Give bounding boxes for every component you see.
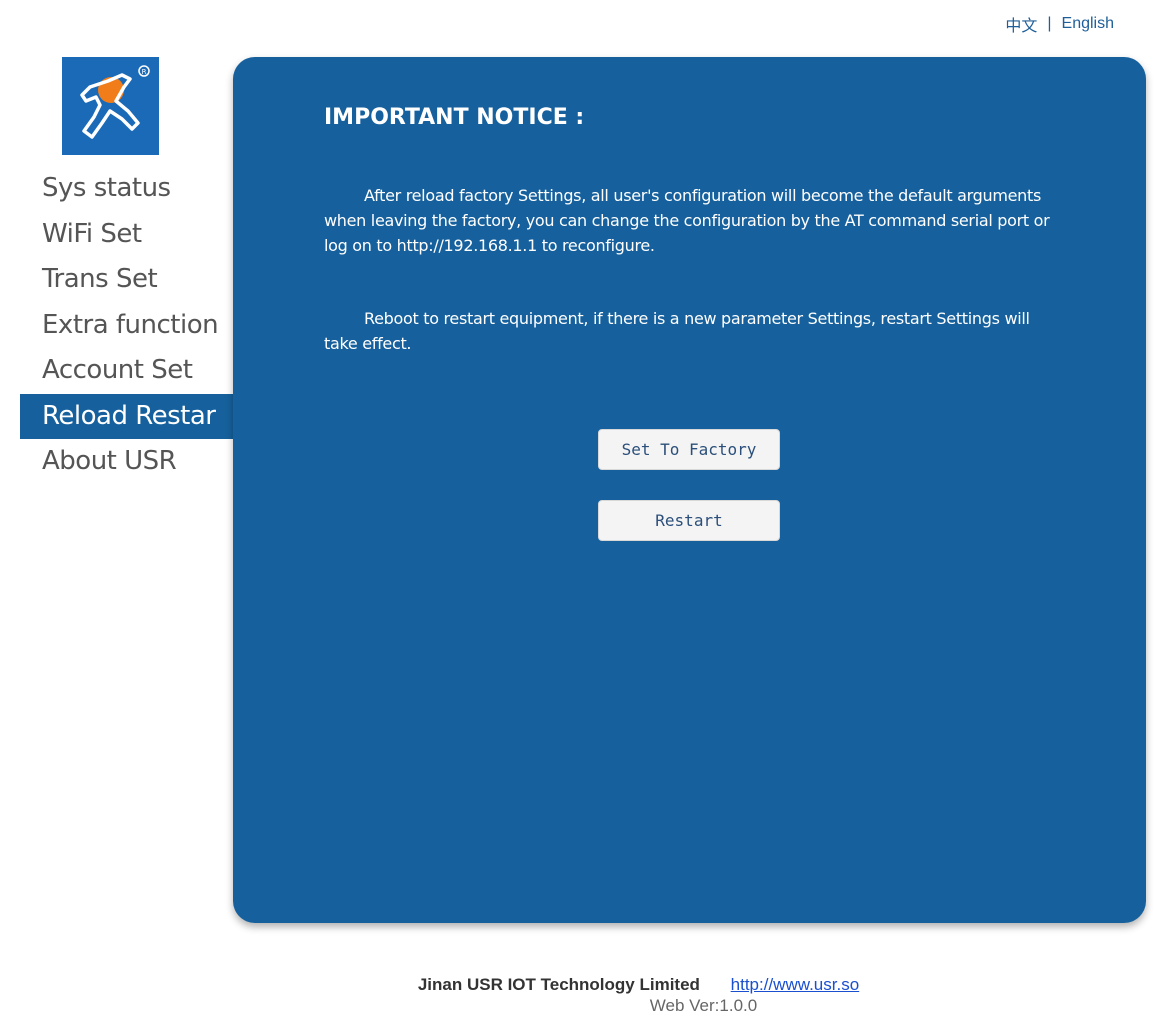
language-switcher: 中文 | English	[1005, 12, 1114, 36]
footer-website-link[interactable]: http://www.usr.so	[731, 975, 860, 994]
notice-paragraph-factory: After reload factory Settings, all user'…	[324, 186, 1050, 255]
notice-title: IMPORTANT NOTICE :	[324, 105, 585, 130]
sidebar-nav: Sys status WiFi Set Trans Set Extra func…	[20, 166, 234, 485]
sidebar-item-about-usr[interactable]: About USR	[20, 439, 234, 485]
sidebar-item-sys-status[interactable]: Sys status	[20, 166, 234, 212]
sidebar-item-account-set[interactable]: Account Set	[20, 348, 234, 394]
footer: Jinan USR IOT Technology Limited http://…	[0, 975, 1157, 1016]
sidebar-item-trans-set[interactable]: Trans Set	[20, 257, 234, 303]
svg-text:R: R	[142, 68, 147, 76]
footer-row: Jinan USR IOT Technology Limited http://…	[0, 975, 1157, 995]
restart-button[interactable]: Restart	[598, 500, 780, 541]
sidebar-item-extra-function[interactable]: Extra function	[20, 303, 234, 349]
sidebar-item-reload-restart[interactable]: Reload Restar	[20, 393, 234, 439]
notice-paragraph-reboot: Reboot to restart equipment, if there is…	[324, 309, 1030, 353]
sidebar-item-wifi-set[interactable]: WiFi Set	[20, 212, 234, 258]
set-to-factory-button[interactable]: Set To Factory	[598, 429, 780, 470]
usr-runner-logo-icon[interactable]: R	[62, 57, 159, 155]
footer-version: Web Ver:1.0.0	[649, 996, 758, 1015]
logo-graphic: R	[62, 57, 159, 155]
lang-english-link[interactable]: English	[1062, 15, 1114, 33]
page: 中文 | English R Sys status WiFi Set Trans…	[0, 0, 1157, 1023]
footer-company: Jinan USR IOT Technology Limited	[417, 975, 700, 994]
lang-separator: |	[1047, 15, 1052, 32]
lang-chinese-link[interactable]: 中文	[1005, 12, 1037, 36]
